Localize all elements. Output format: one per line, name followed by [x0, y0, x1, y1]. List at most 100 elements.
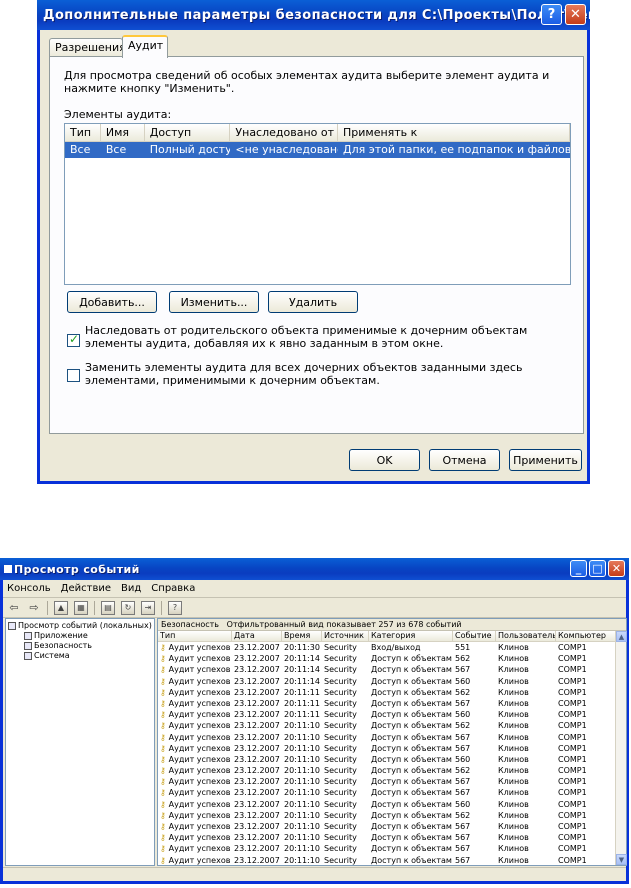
col-access[interactable]: Доступ: [145, 124, 231, 141]
viewer-titlebar[interactable]: Просмотр событий _ □ ✕: [0, 558, 629, 580]
list-item[interactable]: Все Все Полный доступ <не унаследовано> …: [65, 142, 570, 158]
tab-permissions[interactable]: Разрешения: [49, 38, 126, 57]
col-computer[interactable]: Компьютер: [556, 631, 616, 641]
cell-source: Security: [322, 855, 369, 866]
show-tree-icon[interactable]: ▦: [74, 600, 88, 615]
help-icon[interactable]: ?: [168, 600, 182, 615]
table-row[interactable]: ⚷ Аудит успехов 23.12.2007 20:11:10 Securit…: [158, 821, 616, 832]
refresh-icon[interactable]: ↻: [121, 600, 135, 615]
table-row[interactable]: ⚷ Аудит успехов 23.12.2007 20:11:10 Securit…: [158, 832, 616, 843]
cell-category-text: Доступ к объектам: [371, 799, 452, 809]
col-name[interactable]: Имя: [101, 124, 145, 141]
table-row[interactable]: ⚷ Аудит успехов 23.12.2007 20:11:10 Securit…: [158, 810, 616, 821]
forward-arrow-icon[interactable]: ⇨: [27, 601, 41, 615]
edit-button[interactable]: Изменить...: [169, 291, 259, 313]
cell-date-text: 23.12.2007: [234, 810, 280, 820]
replace-checkbox-label[interactable]: Заменить элементы аудита для всех дочерн…: [85, 361, 555, 387]
properties-icon[interactable]: ▤: [101, 600, 115, 615]
table-row[interactable]: ⚷ Аудит успехов 23.12.2007 20:11:10 Securit…: [158, 787, 616, 798]
table-row[interactable]: ⚷ Аудит успехов 23.12.2007 20:11:10 Securit…: [158, 720, 616, 731]
col-time[interactable]: Время: [282, 631, 322, 641]
cell-computer: COMP1: [556, 843, 616, 854]
tree-root-label: Просмотр событий (локальных): [18, 621, 152, 630]
col-event[interactable]: Событие: [453, 631, 496, 641]
col-user[interactable]: Пользователь: [496, 631, 556, 641]
cell-event-text: 567: [455, 777, 471, 787]
table-row[interactable]: ⚷ Аудит успехов 23.12.2007 20:11:10 Securit…: [158, 855, 616, 866]
table-row[interactable]: ⚷ Аудит успехов 23.12.2007 20:11:11 Securit…: [158, 687, 616, 698]
cell-type-text: Аудит успехов: [168, 676, 231, 686]
col-date[interactable]: Дата: [232, 631, 282, 641]
maximize-button[interactable]: □: [589, 560, 606, 577]
table-row[interactable]: ⚷ Аудит успехов 23.12.2007 20:11:10 Securit…: [158, 732, 616, 743]
table-row[interactable]: ⚷ Аудит успехов 23.12.2007 20:11:10 Securit…: [158, 776, 616, 787]
inherit-checkbox-label[interactable]: Наследовать от родительского объекта при…: [85, 324, 575, 350]
cell-type: ⚷ Аудит успехов: [158, 787, 232, 798]
tab-audit[interactable]: Аудит: [122, 35, 168, 58]
scroll-up-icon[interactable]: ▲: [616, 631, 627, 642]
table-row[interactable]: ⚷ Аудит успехов 23.12.2007 20:11:10 Securit…: [158, 765, 616, 776]
cell-source-text: Security: [324, 710, 357, 720]
menu-view[interactable]: Вид: [121, 583, 141, 594]
cell-date-text: 23.12.2007: [234, 822, 280, 831]
close-button[interactable]: ✕: [565, 4, 586, 25]
help-button[interactable]: ?: [541, 4, 562, 25]
cell-date-text: 23.12.2007: [234, 643, 280, 652]
vertical-scrollbar[interactable]: ▲ ▼: [615, 631, 627, 865]
table-row[interactable]: ⚷ Аудит успехов 23.12.2007 20:11:11 Securit…: [158, 709, 616, 720]
up-folder-icon[interactable]: ▲: [54, 600, 68, 615]
tree-root[interactable]: Просмотр событий (локальных): [6, 621, 154, 631]
cell-category-text: Доступ к объектам: [371, 721, 452, 731]
cell-time-text: 20:11:14: [284, 654, 320, 664]
apply-button[interactable]: Применить: [509, 449, 582, 471]
table-row[interactable]: ⚷ Аудит успехов 23.12.2007 20:11:30 Securit…: [158, 642, 616, 653]
table-row[interactable]: ⚷ Аудит успехов 23.12.2007 20:11:10 Securit…: [158, 743, 616, 754]
table-row[interactable]: ⚷ Аудит успехов 23.12.2007 20:11:14 Securit…: [158, 676, 616, 687]
tree-item-system[interactable]: Система: [6, 651, 154, 661]
cell-source-text: Security: [324, 844, 357, 854]
viewer-close-button[interactable]: ✕: [608, 560, 625, 577]
ok-button[interactable]: OK: [349, 449, 420, 471]
menu-console[interactable]: Консоль: [7, 583, 51, 594]
replace-checkbox[interactable]: [67, 369, 80, 382]
cell-source: Security: [322, 709, 369, 720]
table-row[interactable]: ⚷ Аудит успехов 23.12.2007 20:11:10 Securit…: [158, 754, 616, 765]
cell-user: Клинов: [496, 832, 556, 843]
audit-entries-list[interactable]: Тип Имя Доступ Унаследовано от Применять…: [64, 123, 571, 285]
cell-date: 23.12.2007: [232, 776, 282, 787]
cell-time: 20:11:14: [282, 664, 322, 675]
tree-item-application[interactable]: Приложение: [6, 631, 154, 641]
inherit-checkbox[interactable]: [67, 332, 80, 347]
table-row[interactable]: ⚷ Аудит успехов 23.12.2007 20:11:14 Securit…: [158, 664, 616, 675]
cancel-button[interactable]: Отмена: [429, 449, 500, 471]
col-source[interactable]: Источник: [322, 631, 369, 641]
cell-date: 23.12.2007: [232, 832, 282, 843]
tree-item-security[interactable]: Безопасность: [6, 641, 154, 651]
events-table[interactable]: Тип Дата Время Источник Категория Событи…: [158, 631, 616, 866]
table-row[interactable]: ⚷ Аудит успехов 23.12.2007 20:11:11 Securit…: [158, 698, 616, 709]
cell-source: Security: [322, 743, 369, 754]
minimize-button[interactable]: _: [570, 560, 587, 577]
col-category[interactable]: Категория: [369, 631, 453, 641]
table-row[interactable]: ⚷ Аудит успехов 23.12.2007 20:11:14 Securit…: [158, 653, 616, 664]
menu-action[interactable]: Действие: [61, 583, 111, 594]
delete-button[interactable]: Удалить: [268, 291, 358, 313]
add-button[interactable]: Добавить...: [67, 291, 157, 313]
table-row[interactable]: ⚷ Аудит успехов 23.12.2007 20:11:10 Securit…: [158, 843, 616, 854]
col-type[interactable]: Тип: [158, 631, 232, 641]
table-row[interactable]: ⚷ Аудит успехов 23.12.2007 20:11:10 Securit…: [158, 799, 616, 810]
col-type[interactable]: Тип: [65, 124, 101, 141]
col-inherited[interactable]: Унаследовано от: [230, 124, 338, 141]
cell-time-text: 20:11:10: [284, 810, 320, 820]
menu-help[interactable]: Справка: [151, 583, 195, 594]
dialog-titlebar[interactable]: Дополнительные параметры безопасности дл…: [37, 0, 590, 30]
toolbar: ⇦ ⇨ ▲ ▦ ▤ ↻ ⇥ ?: [3, 598, 626, 618]
scroll-down-icon[interactable]: ▼: [616, 854, 627, 865]
back-arrow-icon[interactable]: ⇦: [7, 601, 21, 615]
export-icon[interactable]: ⇥: [141, 600, 155, 615]
cell-category: Доступ к объектам: [369, 698, 453, 709]
events-pane: Безопасность Отфильтрованный вид показыв…: [157, 618, 627, 866]
cell-computer-text: COMP1: [558, 799, 587, 809]
cell-date-text: 23.12.2007: [234, 732, 280, 742]
col-apply-to[interactable]: Применять к: [338, 124, 570, 141]
